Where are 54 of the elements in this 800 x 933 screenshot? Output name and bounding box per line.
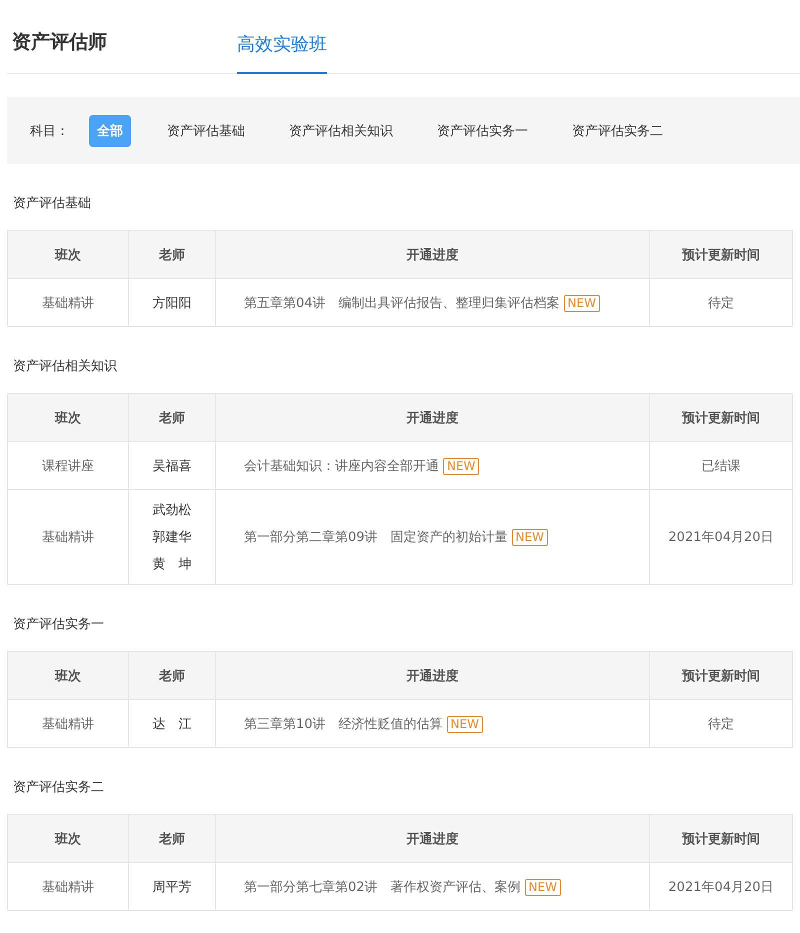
new-badge: NEW [512,529,548,546]
table-cell: 2021年04月20日 [650,862,792,910]
filter-option[interactable]: 资产评估实务二 [564,114,671,146]
section-title: 资产评估相关知识 [13,358,118,375]
progress-text: 第三章第10讲 经济性贬值的估算 [244,716,443,732]
teacher-name: 黄 坤 [152,556,192,573]
column-header: 班次 [8,394,128,442]
table-cell: 基础精讲 [8,490,128,584]
new-badge: NEW [564,294,600,312]
tab[interactable]: 高效实验班 [237,32,327,74]
new-badge: NEW [524,878,561,896]
new-badge: NEW [446,716,483,732]
progress-text: 会计基础知识：讲座内容全部开通 [244,458,439,474]
teacher-name: 武劲松 [152,502,192,519]
table-cell: 基础精讲 [8,862,128,910]
filter-option[interactable]: 资产评估实务一 [429,114,536,146]
column-header: 开通进度 [216,394,650,442]
new-badge: NEW [443,458,480,474]
table-cell: 已结课 [650,442,792,490]
table-cell: 待定 [650,278,792,326]
column-header: 预计更新时间 [650,394,792,442]
table-cell: 基础精讲 [8,700,128,748]
column-header: 开通进度 [216,814,650,862]
column-header: 预计更新时间 [650,230,792,278]
teacher-name: 吴福喜 [152,458,192,474]
column-header: 老师 [128,394,216,442]
table-cell: 课程讲座 [8,442,128,490]
section-title: 资产评估实务二 [13,779,105,796]
teacher-name: 达 江 [152,716,192,732]
progress-text: 第五章第04讲 编制出具评估报告、整理归集评估档案 [244,296,560,310]
section-title: 资产评估实务一 [13,616,105,633]
column-header: 老师 [128,814,216,862]
teacher-name: 郭建华 [152,529,192,546]
filter-label: 科目： [30,122,69,140]
filter-option[interactable]: 资产评估基础 [159,114,253,146]
filter-option[interactable]: 资产评估相关知识 [281,114,401,146]
column-header: 老师 [128,230,216,278]
teacher-name: 方阳阳 [152,294,192,312]
progress-text: 第一部分第二章第09讲 固定资产的初始计量 [244,530,508,545]
teacher-name: 周平芳 [152,878,192,896]
table-cell: 基础精讲 [8,278,128,326]
section-title: 资产评估基础 [13,195,92,212]
column-header: 开通进度 [216,230,650,278]
column-header: 班次 [8,652,128,700]
column-header: 预计更新时间 [650,814,792,862]
column-header: 预计更新时间 [650,652,792,700]
progress-text: 第一部分第七章第02讲 著作权资产评估、案例 [244,880,521,894]
column-header: 班次 [8,814,128,862]
table-cell: 2021年04月20日 [650,490,792,584]
page-title: 资产评估师 [11,30,108,55]
column-header: 老师 [128,652,216,700]
column-header: 开通进度 [216,652,650,700]
column-header: 班次 [8,230,128,278]
table-cell: 待定 [650,700,792,748]
